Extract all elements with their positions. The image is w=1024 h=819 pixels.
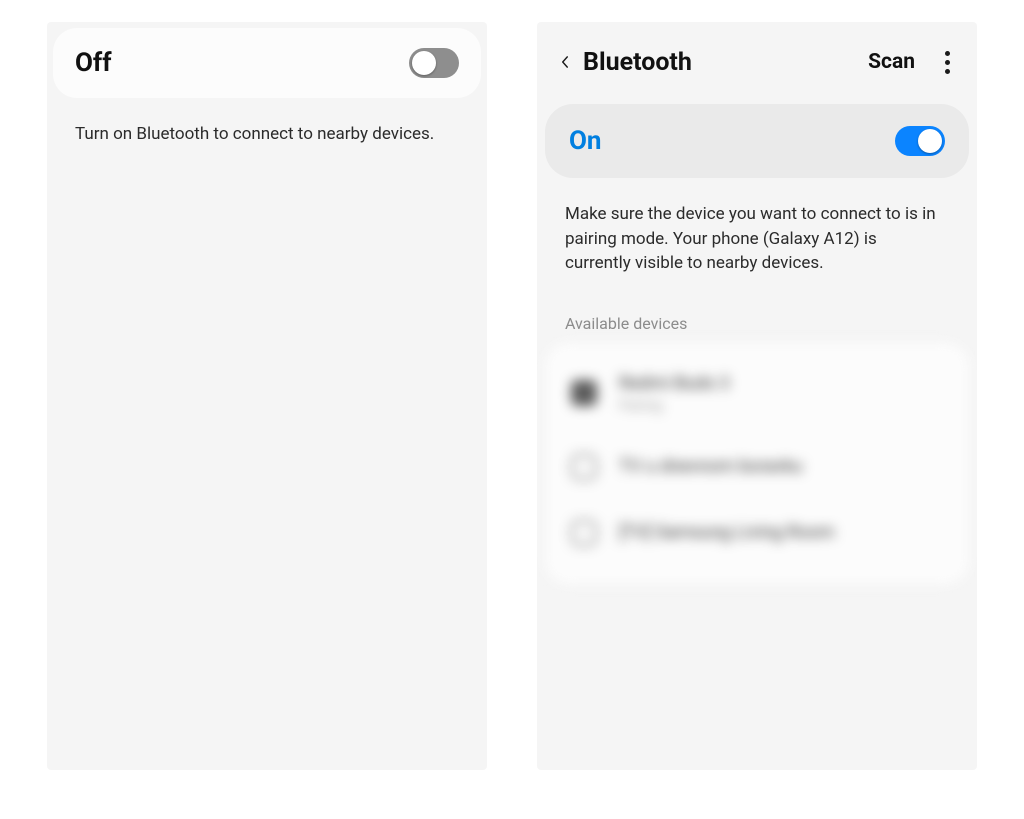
bluetooth-off-hint: Turn on Bluetooth to connect to nearby d…: [47, 98, 487, 147]
bluetooth-switch[interactable]: [409, 48, 459, 78]
chevron-left-icon: [561, 50, 569, 74]
device-row[interactable]: TV u dnevnom boravku: [545, 434, 969, 500]
kebab-dot-icon: [945, 60, 950, 65]
header-bar: Bluetooth Scan: [537, 22, 977, 96]
switch-knob: [918, 129, 942, 153]
available-devices-list: Redmi Buds 3 Pairing TV u dnevnom boravk…: [545, 343, 969, 584]
bluetooth-toggle-card[interactable]: On: [545, 104, 969, 178]
bluetooth-switch[interactable]: [895, 126, 945, 156]
scan-button[interactable]: Scan: [862, 46, 921, 78]
bluetooth-toggle-label: Off: [75, 48, 112, 78]
bluetooth-toggle-card[interactable]: Off: [53, 28, 481, 98]
device-name: [TV] Samsung Living Room: [619, 522, 835, 543]
headphones-icon: [571, 380, 597, 406]
switch-knob: [412, 51, 436, 75]
page-title: Bluetooth: [583, 48, 848, 77]
device-text: TV u dnevnom boravku: [619, 456, 802, 477]
more-options-button[interactable]: [935, 48, 959, 76]
device-status: Pairing: [619, 398, 730, 414]
back-button[interactable]: [555, 50, 569, 74]
bluetooth-on-panel: Bluetooth Scan On Make sure the device y…: [537, 22, 977, 770]
available-devices-header: Available devices: [537, 276, 977, 343]
device-text: [TV] Samsung Living Room: [619, 522, 835, 543]
tv-icon: [571, 454, 597, 480]
device-row[interactable]: [TV] Samsung Living Room: [545, 500, 969, 566]
device-name: TV u dnevnom boravku: [619, 456, 802, 477]
device-text: Redmi Buds 3 Pairing: [619, 373, 730, 414]
kebab-dot-icon: [945, 51, 950, 56]
kebab-dot-icon: [945, 69, 950, 74]
tv-icon: [571, 520, 597, 546]
bluetooth-off-panel: Off Turn on Bluetooth to connect to near…: [47, 22, 487, 770]
bluetooth-toggle-label: On: [569, 126, 602, 156]
bluetooth-on-hint: Make sure the device you want to connect…: [537, 178, 977, 276]
device-row[interactable]: Redmi Buds 3 Pairing: [545, 353, 969, 434]
device-name: Redmi Buds 3: [619, 373, 730, 394]
